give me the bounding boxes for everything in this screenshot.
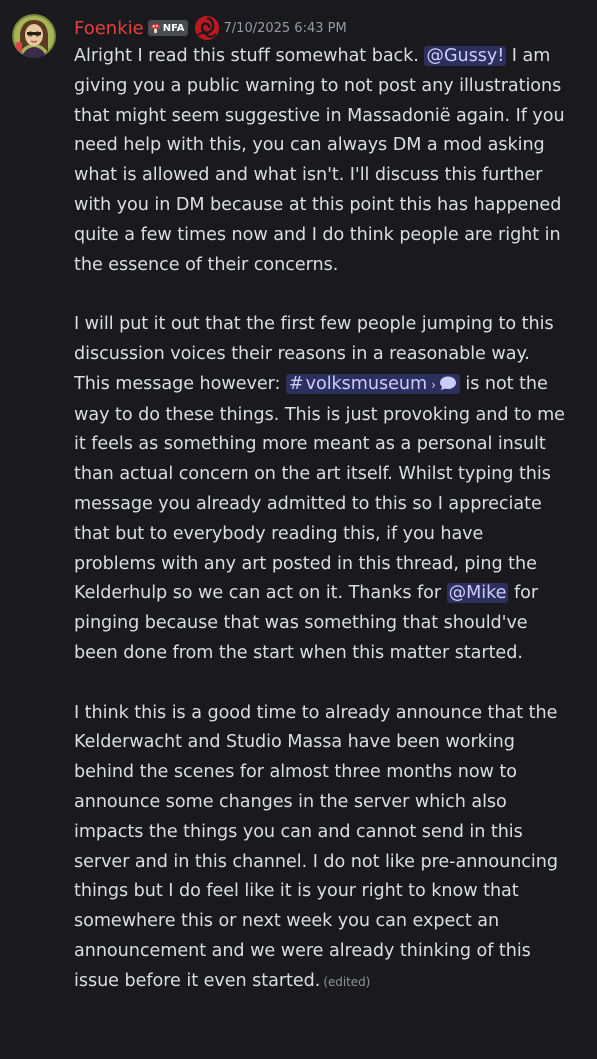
- paragraph-text: I am giving you a public warning to not …: [74, 46, 565, 275]
- channel-mention-volksmuseum[interactable]: # volksmuseum ›: [285, 373, 460, 394]
- paragraph-text: is not the way to do these things. This …: [74, 373, 565, 604]
- user-mention-mike[interactable]: @Mike: [446, 583, 509, 604]
- message-paragraph-3: I think this is a good time to already a…: [74, 699, 569, 998]
- channel-name: volksmuseum: [305, 373, 428, 394]
- avatar-image: [12, 14, 56, 58]
- username[interactable]: Foenkie: [74, 18, 144, 39]
- paragraph-text: I think this is a good time to already a…: [74, 702, 558, 991]
- hash-icon: #: [288, 373, 304, 394]
- message-timestamp[interactable]: 7/10/2025 6:43 PM: [224, 21, 347, 36]
- user-mention-gussy[interactable]: @Gussy!: [424, 46, 507, 66]
- mushroom-icon: [150, 23, 160, 33]
- message-header: Foenkie NFA 7/10/2025 6:43 PM: [74, 0, 569, 42]
- edited-label: (edited): [323, 974, 371, 989]
- red-flower-icon[interactable]: [194, 15, 220, 41]
- server-tag-label: NFA: [162, 22, 185, 34]
- server-tag-badge[interactable]: NFA: [147, 20, 188, 36]
- chat-message: Foenkie NFA 7/10/2025 6:43 PM Alright I …: [0, 0, 597, 1059]
- speech-bubble-icon: [439, 376, 456, 390]
- chevron-right-icon: ›: [431, 377, 436, 392]
- paragraph-text: Alright I read this stuff somewhat back.: [74, 46, 425, 66]
- message-paragraph-2: I will put it out that the first few peo…: [74, 310, 569, 669]
- avatar[interactable]: [12, 14, 56, 58]
- message-content: Alright I read this stuff somewhat back.…: [74, 42, 569, 998]
- message-paragraph-1: Alright I read this stuff somewhat back.…: [74, 42, 569, 280]
